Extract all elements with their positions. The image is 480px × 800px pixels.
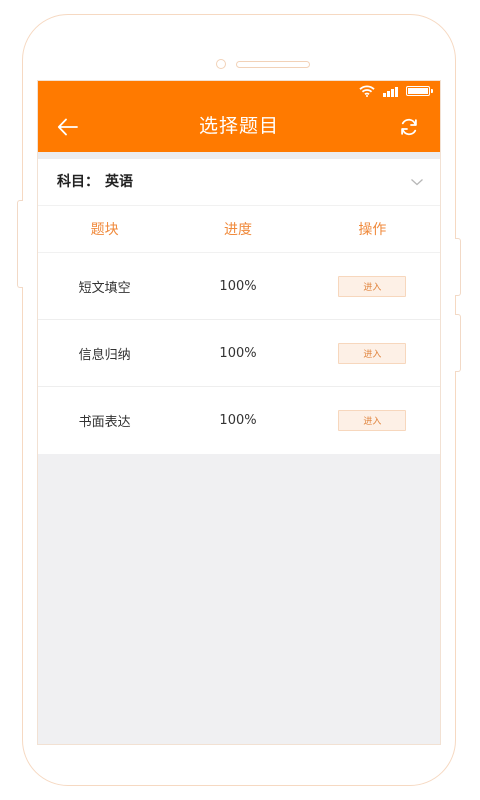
battery-icon [406,86,433,96]
column-header-progress: 进度 [224,222,253,238]
enter-button[interactable]: 进入 [338,410,407,431]
refresh-icon[interactable] [398,116,420,138]
row-block-name: 短文填空 [78,280,131,296]
status-bar [38,81,440,102]
column-header-action: 操作 [358,222,387,238]
subject-value: 英语 [105,174,133,190]
table-header: 题块 进度 操作 [38,206,440,253]
row-progress: 100% [219,413,257,428]
page-title: 选择题目 [198,115,279,137]
row-progress: 100% [219,345,257,361]
side-button-upper [455,238,461,296]
status-icons [359,85,433,97]
earpiece-speaker [236,61,310,68]
subject-text: 科目： 英语 [57,159,133,205]
chevron-down-icon[interactable] [410,177,424,187]
table-row: 信息归纳 100% 进入 [38,320,440,387]
row-progress: 100% [219,278,257,294]
table-row: 短文填空 100% 进入 [38,253,440,320]
side-button-lower [455,314,461,372]
subject-selector[interactable]: 科目： 英语 [38,159,440,206]
app-screen: 选择题目 科目： 英语 题块 进度 操作 短文填空 100% 进入 信息归纳 1… [37,80,441,745]
enter-button[interactable]: 进入 [338,342,407,364]
row-block-name: 信息归纳 [78,347,131,363]
section-divider [38,152,440,159]
title-bar: 选择题目 [38,102,440,152]
row-block-name: 书面表达 [78,415,131,430]
battery-level [408,88,428,94]
question-table: 题块 进度 操作 短文填空 100% 进入 信息归纳 100% 进入 书面表达 … [38,206,440,454]
column-header-block: 题块 [90,222,119,238]
subject-label: 科目： [57,174,99,190]
volume-button [17,200,23,288]
signal-icon [383,86,398,97]
wifi-icon [359,85,375,97]
table-row: 书面表达 100% 进入 [38,387,440,454]
front-camera [216,59,226,69]
enter-button[interactable]: 进入 [338,275,407,297]
